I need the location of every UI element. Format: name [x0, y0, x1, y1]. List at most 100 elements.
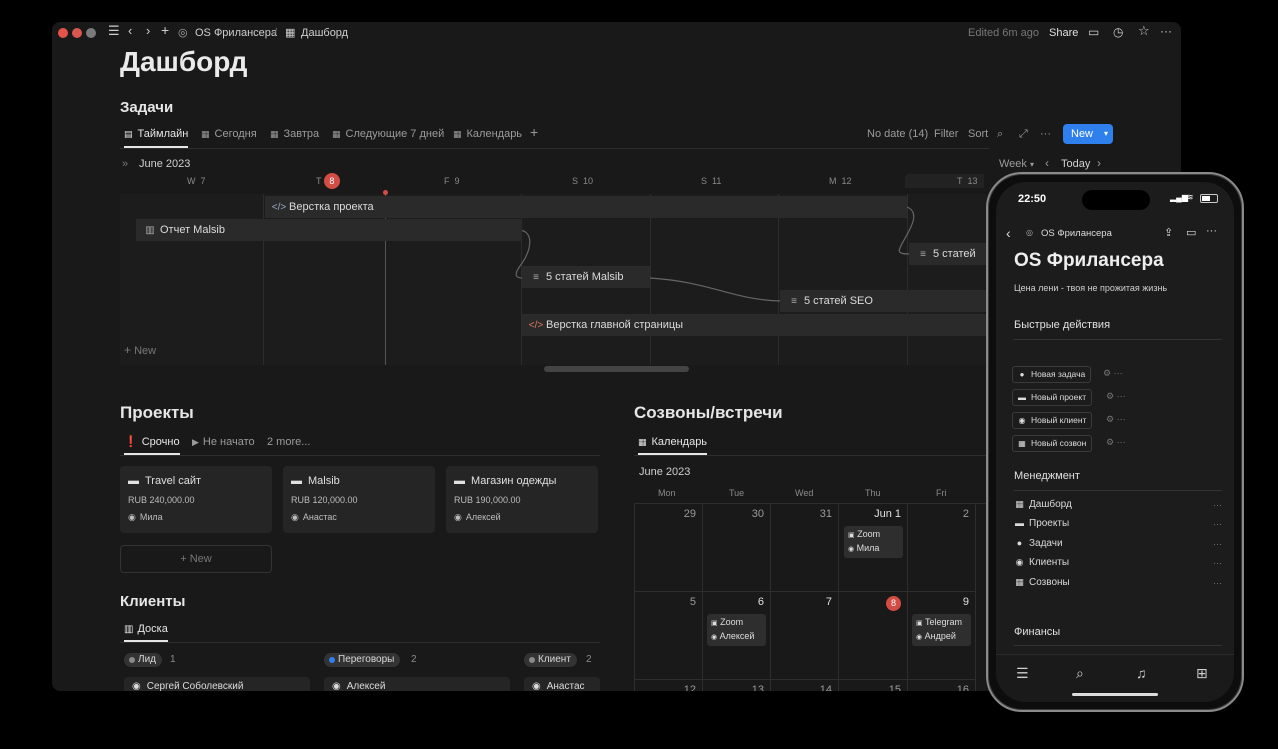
- mgmt-item-calls[interactable]: ▦ Созвоны: [1014, 577, 1070, 588]
- group-count: 1: [170, 654, 176, 665]
- timeline-bar[interactable]: </> Верстка главной страницы: [522, 314, 989, 336]
- calendar-cell[interactable]: 31: [771, 504, 839, 592]
- more-options-icon[interactable]: ···: [1206, 225, 1217, 237]
- tab-board[interactable]: ▥ Доска: [124, 621, 168, 642]
- tab-urgent[interactable]: ❗ Срочно: [124, 434, 180, 455]
- new-label: New: [189, 553, 212, 565]
- day-number: Jun 1: [874, 508, 901, 520]
- item-label: Дашборд: [1029, 499, 1072, 510]
- search-icon[interactable]: ⌕: [1076, 665, 1084, 682]
- code-icon: </>: [528, 320, 544, 331]
- timeline-bar[interactable]: </> Верстка проекта: [265, 196, 907, 218]
- action-label: Новый клиент: [1031, 415, 1087, 425]
- quick-action-new-task[interactable]: ● Новая задача: [1012, 366, 1092, 383]
- finance-heading: Финансы: [1014, 626, 1061, 638]
- client-card[interactable]: ◉ Алексей: [324, 677, 510, 691]
- timeline-bar[interactable]: ≡ 5 статей: [909, 243, 989, 265]
- calendar-cell[interactable]: 7: [771, 592, 839, 680]
- calendar-cell[interactable]: 30: [703, 504, 771, 592]
- day-number: 14: [819, 684, 832, 691]
- back-arrow-icon[interactable]: ‹: [1006, 225, 1011, 241]
- management-heading: Менеджмент: [1014, 470, 1080, 482]
- day-number: 7: [825, 596, 832, 608]
- group-lead[interactable]: Лид: [124, 653, 162, 667]
- card-title: Анастас: [546, 681, 585, 691]
- tab-calendar[interactable]: ▦ Календарь: [638, 434, 708, 455]
- quick-action-new-call[interactable]: ▦ Новый созвон: [1012, 435, 1093, 452]
- video-icon: ▣: [711, 620, 718, 627]
- item-label: Задачи: [1029, 538, 1063, 549]
- user-icon: ◉: [332, 681, 341, 691]
- mgmt-item-tasks[interactable]: ● Задачи: [1014, 538, 1063, 549]
- calendar-cell[interactable]: 16: [908, 680, 976, 691]
- bell-icon[interactable]: ♫: [1136, 665, 1147, 681]
- workspace-logo-icon: ◎: [1026, 228, 1033, 237]
- calendar-cell[interactable]: 5: [634, 592, 703, 680]
- action-settings-icon[interactable]: ⚙ ···: [1106, 391, 1126, 402]
- user-icon: ◉: [132, 681, 141, 691]
- action-settings-icon[interactable]: ⚙ ···: [1106, 414, 1126, 425]
- folder-icon: ▬: [1015, 518, 1024, 528]
- day-number: 6: [757, 596, 764, 608]
- action-settings-icon[interactable]: ⚙ ···: [1103, 368, 1123, 379]
- card-title: Магазин одежды: [471, 475, 557, 487]
- play-icon: ▶: [192, 437, 199, 447]
- grid-icon: ▦: [1015, 499, 1024, 509]
- calendar-cell[interactable]: 8: [839, 592, 908, 680]
- mgmt-item-dashboard[interactable]: ▦ Дашборд: [1014, 499, 1072, 510]
- card-price: RUB 240,000.00: [128, 495, 195, 505]
- list-icon[interactable]: ☰: [1016, 665, 1029, 682]
- project-card[interactable]: ▬ Магазин одежды RUB 190,000.00 ◉ Алексей: [446, 466, 598, 533]
- tab-not-started[interactable]: ▶ Не начато: [192, 434, 255, 456]
- calendar-cell[interactable]: 29: [634, 504, 703, 592]
- day-number: 30: [751, 508, 764, 520]
- user-icon: ◉: [291, 512, 299, 522]
- calendar-cell[interactable]: 6 ▣ Zoom ◉ Алексей: [703, 592, 771, 680]
- group-count: 2: [411, 654, 417, 665]
- more-options-icon[interactable]: ···: [1213, 578, 1222, 588]
- quick-action-new-client[interactable]: ◉ Новый клиент: [1012, 412, 1093, 429]
- project-card[interactable]: ▬ Travel сайт RUB 240,000.00 ◉ Мила: [120, 466, 272, 533]
- timeline-add-new[interactable]: + New: [124, 342, 156, 359]
- check-circle-icon: ●: [1019, 370, 1025, 379]
- client-card[interactable]: ◉ Сергей Соболевский: [124, 677, 310, 691]
- mgmt-item-projects[interactable]: ▬ Проекты: [1014, 518, 1069, 529]
- quick-action-new-project[interactable]: ▬ Новый проект: [1012, 389, 1093, 406]
- calendar-cell[interactable]: 15: [839, 680, 908, 691]
- calendar-event[interactable]: ▣ Zoom ◉ Алексей: [707, 614, 766, 646]
- calendar-cell[interactable]: 9 ▣ Telegram ◉ Андрей: [908, 592, 976, 680]
- more-options-icon[interactable]: ···: [1213, 539, 1222, 549]
- calendar-cell[interactable]: 2: [908, 504, 976, 592]
- more-options-icon[interactable]: ···: [1213, 500, 1222, 510]
- timeline-bar[interactable]: ≡ 5 статей Malsib: [522, 266, 650, 288]
- more-options-icon[interactable]: ···: [1213, 519, 1222, 529]
- phone-breadcrumb[interactable]: OS Фрилансера: [1041, 228, 1112, 239]
- timeline-bar[interactable]: ≡ 5 статей SEO: [780, 290, 989, 312]
- text-icon: ≡: [791, 296, 797, 307]
- mgmt-item-clients[interactable]: ◉ Клиенты: [1014, 557, 1070, 568]
- calendar-cell[interactable]: Jun 1 ▣ Zoom ◉ Мила: [839, 504, 908, 592]
- calendar-cell[interactable]: 12: [634, 680, 703, 691]
- client-card[interactable]: ◉ Анастас: [524, 677, 600, 691]
- project-card[interactable]: ▬ Malsib RUB 120,000.00 ◉ Анастас: [283, 466, 435, 533]
- calendar-cell[interactable]: 14: [771, 680, 839, 691]
- bar-label: 5 статей: [933, 248, 976, 260]
- more-options-icon[interactable]: ···: [1213, 558, 1222, 568]
- timeline-bar[interactable]: ▥ Отчет Malsib: [136, 219, 522, 241]
- dynamic-island: [1082, 190, 1150, 210]
- calendar-event[interactable]: ▣ Telegram ◉ Андрей: [912, 614, 971, 646]
- event-person: Алексей: [719, 631, 755, 641]
- new-page-icon[interactable]: ⊞: [1196, 665, 1208, 682]
- timeline-scrollbar[interactable]: [544, 366, 689, 372]
- comments-icon[interactable]: ▭: [1186, 226, 1196, 239]
- group-negotiation[interactable]: Переговоры: [324, 653, 401, 667]
- tab-more[interactable]: 2 more...: [267, 434, 310, 456]
- add-new-label: New: [134, 345, 157, 357]
- bar-label: Отчет Malsib: [160, 224, 225, 236]
- new-project-button[interactable]: + New: [120, 545, 272, 573]
- action-settings-icon[interactable]: ⚙ ···: [1106, 437, 1126, 448]
- calendar-cell[interactable]: 13: [703, 680, 771, 691]
- share-icon[interactable]: ⇪: [1164, 226, 1173, 239]
- calendar-event[interactable]: ▣ Zoom ◉ Мила: [844, 526, 903, 558]
- group-client[interactable]: Клиент: [524, 653, 577, 667]
